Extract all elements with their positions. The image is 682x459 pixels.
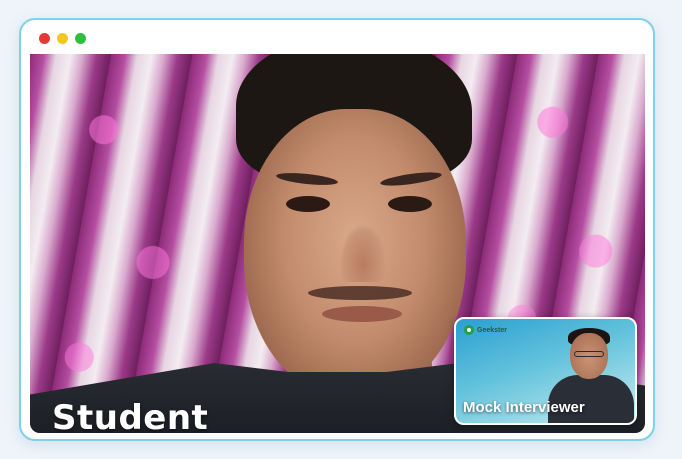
- brand-logo-text: Geekster: [477, 326, 507, 334]
- window-titlebar: [21, 20, 653, 54]
- brand-logo: Geekster: [464, 325, 507, 335]
- minimize-window-button[interactable]: [57, 33, 68, 44]
- student-name-label: Student: [52, 398, 209, 433]
- glasses-icon: [574, 351, 604, 357]
- maximize-window-button[interactable]: [75, 33, 86, 44]
- interviewer-name-label: Mock Interviewer: [463, 399, 585, 416]
- interviewer-video-feed[interactable]: Geekster Mock Interviewer: [454, 317, 637, 425]
- geekster-logo-icon: [464, 325, 474, 335]
- close-window-button[interactable]: [39, 33, 50, 44]
